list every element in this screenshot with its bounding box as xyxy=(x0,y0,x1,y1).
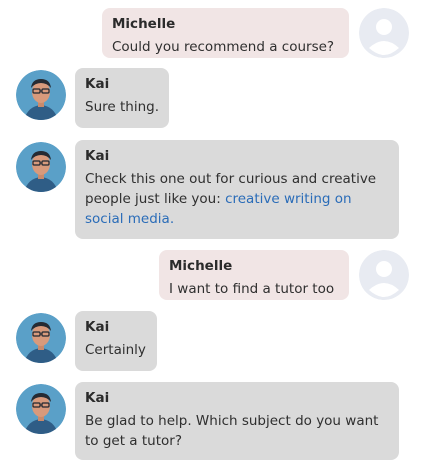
user-placeholder-icon xyxy=(359,250,409,300)
kai-avatar-icon xyxy=(16,384,66,434)
sender-name: Kai xyxy=(85,390,110,406)
message-text: Certainly xyxy=(85,342,146,358)
sender-name: Kai xyxy=(85,319,110,335)
sender-name: Michelle xyxy=(169,258,233,274)
message-bubble: Michelle Could you recommend a course? xyxy=(102,8,349,58)
message-bubble: Kai Be glad to help. Which subject do yo… xyxy=(75,382,399,460)
message-text: I want to find a tutor too xyxy=(169,281,335,297)
message-row-user: Michelle Could you recommend a course? xyxy=(0,8,426,60)
kai-avatar-icon xyxy=(16,142,66,192)
message-row-bot: Kai Check this one out for curious and c… xyxy=(0,140,426,240)
message-bubble: Kai Sure thing. xyxy=(75,68,169,128)
kai-avatar-icon xyxy=(16,70,66,120)
message-row-bot: Kai Be glad to help. Which subject do yo… xyxy=(0,382,426,462)
message-bubble: Kai Certainly xyxy=(75,311,157,371)
kai-avatar-icon xyxy=(16,313,66,363)
message-row-bot: Kai Sure thing. xyxy=(0,68,426,130)
message-row-user: Michelle I want to find a tutor too xyxy=(0,250,426,302)
message-text: Be glad to help. Which subject do you wa… xyxy=(85,413,379,449)
message-text: Sure thing. xyxy=(85,99,159,115)
message-row-bot: Kai Certainly xyxy=(0,311,426,373)
sender-name: Kai xyxy=(85,148,110,164)
user-placeholder-icon xyxy=(359,8,409,58)
message-bubble: Kai Check this one out for curious and c… xyxy=(75,140,399,239)
chat-transcript: Michelle Could you recommend a course? K… xyxy=(0,0,426,468)
sender-name: Kai xyxy=(85,76,110,92)
sender-name: Michelle xyxy=(112,16,176,32)
message-text: Check this one out for curious and creat… xyxy=(85,169,389,229)
message-bubble: Michelle I want to find a tutor too xyxy=(159,250,349,300)
message-text: Could you recommend a course? xyxy=(112,39,335,55)
